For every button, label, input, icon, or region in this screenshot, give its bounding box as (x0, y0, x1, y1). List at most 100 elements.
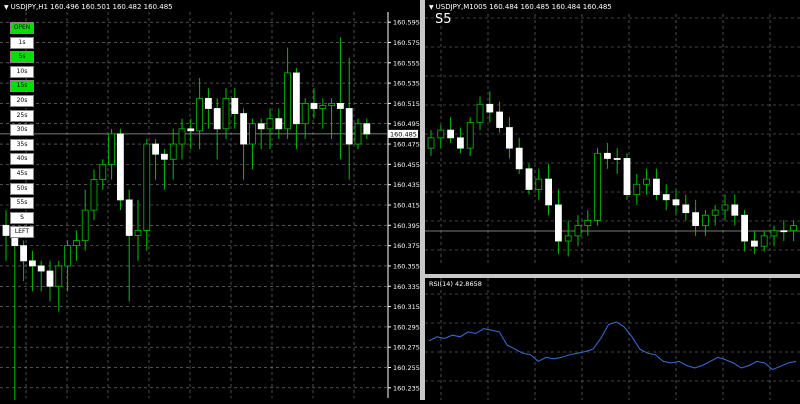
bullish-candle (55, 265, 63, 287)
timeframe-button-1s[interactable]: 1s (10, 36, 34, 49)
indicator-pane-separator[interactable] (425, 274, 800, 278)
price-tick-label: 160.255 (393, 364, 420, 372)
price-tick-label: 160.555 (393, 59, 420, 67)
bullish-candle (701, 214, 709, 226)
price-tick-label: 160.235 (393, 384, 420, 392)
bullish-candle (284, 72, 292, 130)
bearish-candle (457, 137, 464, 149)
bullish-candle (711, 209, 719, 216)
rsi-line (428, 321, 797, 371)
bullish-candle (564, 235, 572, 242)
price-tick-label: 160.515 (393, 100, 420, 108)
bullish-candle (354, 123, 362, 145)
timeframe-button-20s[interactable]: 20s (10, 94, 34, 107)
bullish-candle (427, 137, 435, 149)
bullish-candle (760, 235, 768, 247)
bullish-candle (90, 179, 98, 211)
timeframe-button-panel: OPEN 1s 5s 10s 15s 20s 25s 30s 35s 40s 45s 50s 55s S L… (10, 22, 34, 241)
timeframe-button-30s[interactable]: 30s (10, 124, 34, 137)
bullish-candle (196, 97, 204, 132)
bearish-candle (515, 147, 523, 170)
bearish-candle (37, 265, 45, 272)
left-chart-header: ▼ USDJPY,H1 160.496 160.501 160.482 160.4… (4, 3, 173, 11)
timeframe-label: S5 (435, 12, 452, 27)
price-tick-label: 160.295 (393, 323, 420, 331)
bullish-candle (633, 183, 641, 195)
bearish-candle (257, 123, 265, 130)
bearish-candle (2, 224, 10, 236)
dropdown-arrow-icon: ▼ (429, 4, 434, 11)
price-tick-label: 160.535 (393, 80, 420, 88)
bearish-candle (525, 168, 533, 190)
bullish-candle (248, 123, 256, 145)
timeframe-button-open[interactable]: OPEN (10, 22, 34, 34)
bearish-candle (117, 133, 124, 201)
bullish-candle (64, 245, 71, 267)
price-tick-label: 160.415 (393, 202, 420, 210)
timeframe-button-left[interactable]: LEFT (10, 226, 34, 239)
left-candlestick-chart[interactable]: 160.595 160.575 160.555 160.535 160.515 160.4… (0, 0, 420, 404)
bearish-candle (662, 194, 670, 201)
bearish-candle (554, 204, 562, 242)
timeframe-button-35s[interactable]: 35s (10, 138, 34, 151)
timeframe-button-s[interactable]: S (10, 211, 34, 224)
bullish-candle (466, 121, 474, 149)
price-tick-label: 160.475 (393, 141, 420, 149)
bullish-candle (643, 178, 651, 185)
bearish-candle (652, 178, 660, 195)
price-tick-label: 160.315 (393, 303, 420, 311)
right-chart-window[interactable]: ▼ USDJPY,M1005 160.484 160.485 160.484 16… (425, 0, 800, 400)
price-tick-label: 160.495 (393, 120, 420, 128)
bearish-candle (28, 260, 36, 267)
bullish-candle (584, 219, 592, 226)
bearish-candle (187, 128, 195, 132)
bearish-candle (506, 127, 513, 149)
bearish-candle (682, 204, 690, 214)
bullish-candle (178, 128, 186, 145)
bearish-candle (613, 158, 621, 160)
timeframe-button-10s[interactable]: 10s (10, 65, 34, 78)
bullish-candle (99, 163, 107, 181)
left-chart-symbol-info: USDJPY,H1 160.496 160.501 160.482 160.48… (10, 3, 173, 11)
bullish-candle (134, 229, 142, 236)
bearish-candle (292, 72, 300, 125)
bearish-candle (152, 143, 160, 155)
bearish-candle (603, 152, 611, 159)
price-tick-label: 160.375 (393, 242, 420, 250)
bullish-candle (790, 225, 798, 232)
left-chart-window[interactable]: ▼ USDJPY,H1 160.496 160.501 160.482 160.4… (0, 0, 420, 404)
bearish-candle (731, 204, 739, 216)
right-candlestick-chart[interactable] (425, 0, 800, 400)
bullish-candle (143, 143, 151, 231)
timeframe-button-55s[interactable]: 55s (10, 197, 34, 210)
rsi-indicator-header: RSI(14) 42.8658 (429, 280, 482, 288)
bearish-candle (345, 108, 353, 145)
bearish-candle (780, 230, 788, 233)
bullish-candle (574, 225, 582, 237)
timeframe-button-15s[interactable]: 15s (10, 80, 34, 93)
price-tick-label: 160.335 (393, 283, 420, 291)
bullish-candle (535, 178, 543, 190)
timeframe-button-40s[interactable]: 40s (10, 153, 34, 166)
right-chart-symbol-info: USDJPY,M1005 160.484 160.485 160.484 160… (435, 3, 612, 11)
bullish-candle (169, 143, 177, 160)
bearish-candle (623, 158, 631, 195)
bearish-candle (46, 270, 54, 287)
timeframe-button-50s[interactable]: 50s (10, 182, 34, 195)
bearish-candle (672, 199, 680, 206)
bullish-candle (721, 204, 729, 211)
price-tick-label: 160.595 (393, 19, 420, 27)
timeframe-button-25s[interactable]: 25s (10, 109, 34, 122)
right-chart-header: ▼ USDJPY,M1005 160.484 160.485 160.484 16… (429, 3, 612, 11)
bearish-candle (363, 123, 371, 135)
bearish-candle (741, 214, 749, 242)
bearish-candle (486, 103, 494, 113)
bearish-candle (275, 118, 283, 130)
price-tick-label: 160.575 (393, 39, 420, 47)
bearish-candle (692, 212, 700, 226)
timeframe-button-5s[interactable]: 5s (10, 51, 34, 64)
bearish-candle (20, 245, 28, 262)
timeframe-button-45s[interactable]: 45s (10, 167, 34, 180)
bearish-candle (310, 103, 318, 109)
price-tick-label: 160.395 (393, 222, 420, 230)
